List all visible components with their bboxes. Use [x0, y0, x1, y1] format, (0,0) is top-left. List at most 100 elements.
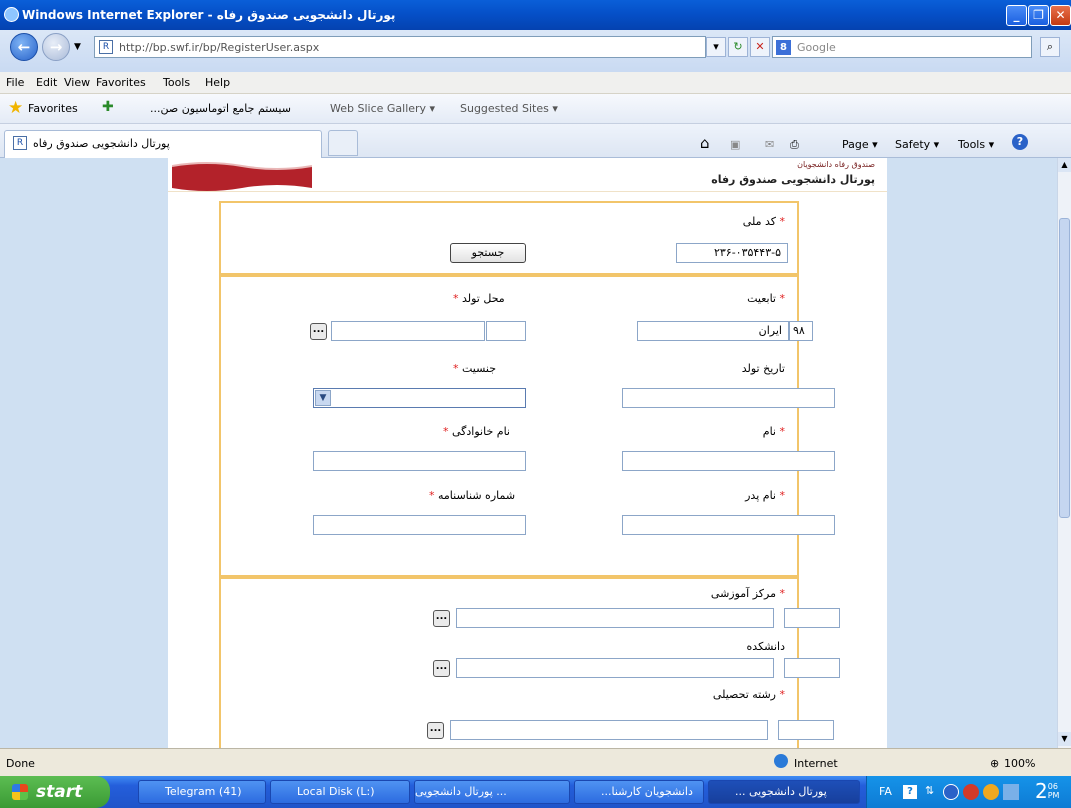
start-button[interactable]: start [0, 776, 110, 808]
close-button[interactable]: ✕ [1050, 5, 1071, 26]
windows-logo-icon [12, 784, 28, 800]
help-tray-icon[interactable]: ? [903, 785, 917, 799]
nationality-label: تابعیت * [747, 292, 785, 305]
national-code-field[interactable]: ۲۳۶-۰۳۵۴۴۳-۵ [676, 243, 788, 263]
back-button[interactable]: ← [10, 33, 38, 61]
menu-favorites[interactable]: Favorites [96, 76, 146, 89]
faculty-lookup-button[interactable]: ... [433, 660, 450, 677]
faculty-code-field[interactable] [784, 658, 840, 678]
window-title: Windows Internet Explorer - پورتال دانشج… [22, 8, 396, 22]
taskbar-item-local-disk[interactable]: Local Disk (L:) [270, 780, 410, 804]
search-button[interactable]: جستجو [450, 243, 526, 263]
clock[interactable]: 206 PM [1035, 779, 1059, 803]
id-number-label: * شماره شناسنامه [429, 489, 516, 502]
father-name-field[interactable] [622, 515, 835, 535]
refresh-icon[interactable]: ↻ [728, 37, 748, 57]
taskbar-item-portal-1[interactable]: ... پورتال دانشجویی [414, 780, 570, 804]
chevron-down-icon[interactable]: ▼ [74, 42, 81, 52]
favorites-button[interactable]: Favorites [28, 102, 78, 115]
fav-item-2[interactable]: Web Slice Gallery ▾ [330, 102, 435, 115]
fav-item-3[interactable]: Suggested Sites ▾ [460, 102, 558, 115]
vertical-scrollbar[interactable]: ▲ ▼ [1057, 158, 1071, 748]
faculty-field[interactable] [456, 658, 774, 678]
tab-title: پورتال دانشجویی صندوق رفاه [33, 137, 170, 150]
center-field[interactable] [456, 608, 774, 628]
add-favorite-icon[interactable]: ✚ [102, 99, 114, 115]
last-name-field[interactable] [313, 451, 526, 471]
network-icon[interactable]: ⇅ [925, 784, 934, 797]
tray-icon-4[interactable] [1003, 784, 1019, 800]
google-icon: 8 [776, 40, 791, 55]
tab-row: R پورتال دانشجویی صندوق رفاه ⌂ ▣ ✉ ⎙ Pag… [0, 124, 1071, 158]
safety-menu[interactable]: Safety ▾ [895, 138, 939, 151]
feeds-icon[interactable]: ▣ [730, 138, 740, 151]
taskbar-item-telegram[interactable]: Telegram (41) [138, 780, 266, 804]
internet-globe-icon [774, 754, 788, 768]
gender-label: * جنسیت [453, 362, 497, 375]
tray-icon-2[interactable] [963, 784, 979, 800]
birthplace-field[interactable] [331, 321, 485, 341]
chevron-down-icon[interactable]: ▼ [315, 390, 331, 406]
major-lookup-button[interactable]: ... [427, 722, 444, 739]
new-tab-button[interactable] [328, 130, 358, 156]
search-input[interactable]: 8 Google [772, 36, 1032, 58]
taskbar: start Telegram (41) Local Disk (L:) ... … [0, 776, 1071, 808]
flag-graphic [172, 162, 312, 191]
tools-menu[interactable]: Tools ▾ [958, 138, 994, 151]
national-code-panel: کد ملی * ۲۳۶-۰۳۵۴۴۳-۵ جستجو [219, 201, 799, 275]
clock-ampm: PM [1047, 791, 1060, 800]
menu-help[interactable]: Help [205, 76, 230, 89]
father-name-label: نام پدر * [745, 489, 785, 502]
nationality-field[interactable]: ایران [637, 321, 789, 341]
site-small-title: صندوق رفاه دانشجویان [797, 160, 875, 169]
forward-button[interactable]: → [42, 33, 70, 61]
help-icon[interactable]: ? [1012, 134, 1028, 150]
address-dropdown-button[interactable]: ▾ [706, 37, 726, 57]
taskbar-item-portal-2[interactable]: ... پورتال دانشجویی [708, 780, 860, 804]
maximize-button[interactable]: ❐ [1028, 5, 1049, 26]
zoom-level[interactable]: 100% [1004, 757, 1035, 770]
language-indicator[interactable]: FA [879, 785, 892, 798]
birthplace-code-field[interactable] [486, 321, 526, 341]
home-icon[interactable]: ⌂ [700, 134, 710, 152]
tray-icon-3[interactable] [983, 784, 999, 800]
scroll-up-button[interactable]: ▲ [1058, 158, 1071, 172]
first-name-field[interactable] [622, 451, 835, 471]
print-icon[interactable]: ⎙ [790, 138, 799, 152]
address-row: ← → ▼ R http://bp.swf.ir/bp/RegisterUser… [0, 30, 1071, 72]
birthdate-field[interactable] [622, 388, 835, 408]
education-panel: مرکز آموزشی * ... دانشکده ... رشته تحصیل… [219, 577, 840, 748]
fav-item-1[interactable]: ...سیستم جامع اتوماسیون صن [150, 102, 291, 115]
major-code-field[interactable] [778, 720, 834, 740]
zoom-icon[interactable]: ⊕ [990, 757, 999, 770]
menu-tools[interactable]: Tools [163, 76, 190, 89]
page-menu[interactable]: Page ▾ [842, 138, 878, 151]
address-field[interactable]: R http://bp.swf.ir/bp/RegisterUser.aspx [94, 36, 706, 58]
menu-file[interactable]: File [6, 76, 24, 89]
scroll-down-button[interactable]: ▼ [1058, 732, 1071, 746]
taskbar-item-word[interactable]: ...دانشجویان کارشنا [574, 780, 704, 804]
search-icon[interactable]: ⌕ [1040, 37, 1060, 57]
center-lookup-button[interactable]: ... [433, 610, 450, 627]
birthplace-lookup-button[interactable]: ... [310, 323, 327, 340]
favorites-bar: ★ Favorites ✚ ...سیستم جامع اتوماسیون صن… [0, 94, 1071, 124]
menu-edit[interactable]: Edit [36, 76, 57, 89]
stop-icon[interactable]: ✕ [750, 37, 770, 57]
address-url: http://bp.swf.ir/bp/RegisterUser.aspx [119, 41, 320, 54]
clock-minutes: 06 [1047, 782, 1058, 791]
major-field[interactable] [450, 720, 768, 740]
tray-icon-1[interactable] [943, 784, 959, 800]
scroll-thumb[interactable] [1059, 218, 1070, 518]
personal-info-panel: تابعیت * * محل تولد ایران ۹۸ ... تاریخ ت… [219, 275, 835, 577]
minimize-button[interactable]: _ [1006, 5, 1027, 26]
nationality-code-field[interactable]: ۹۸ [789, 321, 813, 341]
mail-icon[interactable]: ✉ [765, 138, 774, 151]
gender-select[interactable]: ▼ [313, 388, 526, 408]
center-code-field[interactable] [784, 608, 840, 628]
status-bar: Done Internet ⊕ 100% [0, 748, 1071, 776]
menu-view[interactable]: View [64, 76, 90, 89]
system-tray: FA ? ⇅ 206 PM [866, 776, 1071, 808]
tab-page-icon: R [13, 136, 27, 150]
tab-active[interactable]: R پورتال دانشجویی صندوق رفاه [4, 130, 322, 158]
id-number-field[interactable] [313, 515, 526, 535]
